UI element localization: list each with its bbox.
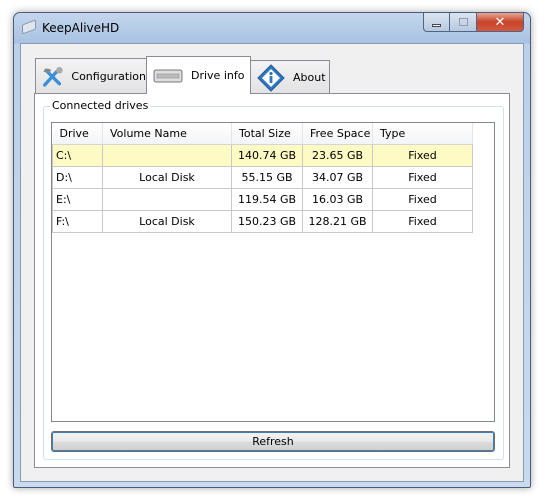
group-label: Connected drives xyxy=(50,99,151,112)
volume-cell xyxy=(102,143,232,167)
connected-drives-group: Connected drives Drive Volume Name Total… xyxy=(43,99,504,460)
drive-cell: F:\ xyxy=(52,209,103,233)
column-header-total-size[interactable]: Total Size xyxy=(231,123,303,145)
window-title: KeepAliveHD xyxy=(42,21,120,35)
type-cell: Fixed xyxy=(372,143,473,167)
total-size-cell: 150.23 GB xyxy=(231,209,303,233)
minimize-icon xyxy=(432,23,441,27)
volume-cell xyxy=(102,187,232,211)
tab-label: Configuration xyxy=(71,70,146,83)
total-size-cell: 140.74 GB xyxy=(231,143,303,167)
type-cell: Fixed xyxy=(372,187,473,211)
free-space-cell: 23.65 GB xyxy=(302,143,373,167)
tools-icon xyxy=(43,66,63,87)
table-row[interactable]: D:\ Local Disk 55.15 GB 34.07 GB Fixed xyxy=(52,165,473,189)
type-cell: Fixed xyxy=(372,165,473,189)
app-icon xyxy=(22,19,36,35)
total-size-cell: 119.54 GB xyxy=(231,187,303,211)
column-header-free-space[interactable]: Free Space xyxy=(302,123,373,145)
tab-configuration[interactable]: Configuration xyxy=(35,58,147,94)
close-icon: ✕ xyxy=(494,14,506,30)
info-icon xyxy=(257,63,285,92)
free-space-cell: 34.07 GB xyxy=(302,165,373,189)
drive-info-panel: Connected drives Drive Volume Name Total… xyxy=(34,93,510,468)
column-header-type[interactable]: Type xyxy=(372,123,473,145)
volume-cell: Local Disk xyxy=(102,165,232,189)
table-header: Drive Volume Name Total Size Free Space … xyxy=(52,123,473,145)
column-header-volume-name[interactable]: Volume Name xyxy=(102,123,232,145)
tab-drive-info[interactable]: Drive info xyxy=(146,56,251,94)
app-window: KeepAliveHD ✕ Configuration Drive info A… xyxy=(13,12,531,488)
drive-cell: E:\ xyxy=(52,187,103,211)
tab-label: About xyxy=(293,71,326,84)
drive-icon xyxy=(153,69,183,82)
free-space-cell: 128.21 GB xyxy=(302,209,373,233)
close-button[interactable]: ✕ xyxy=(477,13,524,32)
maximize-icon xyxy=(458,18,468,26)
table-row[interactable]: E:\ 119.54 GB 16.03 GB Fixed xyxy=(52,187,473,211)
drive-cell: C:\ xyxy=(52,143,103,167)
tab-about[interactable]: About xyxy=(250,60,330,94)
refresh-button[interactable]: Refresh xyxy=(51,431,495,452)
total-size-cell: 55.15 GB xyxy=(231,165,303,189)
table-row[interactable]: F:\ Local Disk 150.23 GB 128.21 GB Fixed xyxy=(52,209,473,233)
maximize-button[interactable] xyxy=(450,13,477,32)
free-space-cell: 16.03 GB xyxy=(302,187,373,211)
tab-label: Drive info xyxy=(191,69,245,82)
column-header-drive[interactable]: Drive xyxy=(52,123,103,145)
type-cell: Fixed xyxy=(372,209,473,233)
volume-cell: Local Disk xyxy=(102,209,232,233)
drive-cell: D:\ xyxy=(52,165,103,189)
table-row[interactable]: C:\ 140.74 GB 23.65 GB Fixed xyxy=(52,143,473,167)
minimize-button[interactable] xyxy=(423,13,450,32)
drives-table[interactable]: Drive Volume Name Total Size Free Space … xyxy=(51,122,495,422)
client-area: Configuration Drive info About Connected… xyxy=(20,43,524,482)
